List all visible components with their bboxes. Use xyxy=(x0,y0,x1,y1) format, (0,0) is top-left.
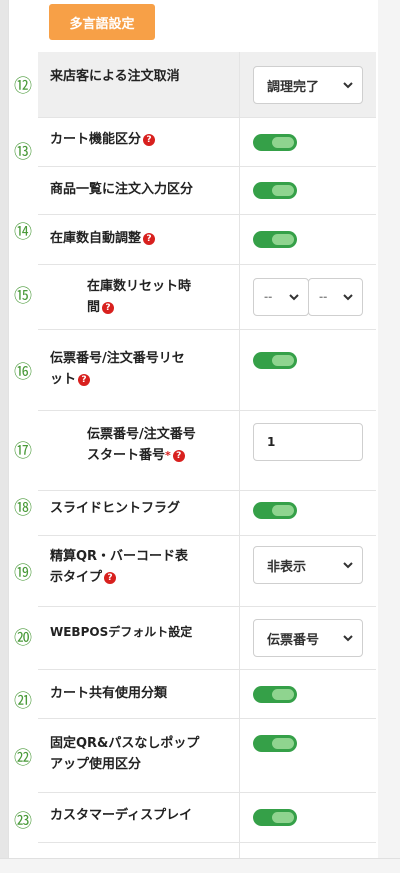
cart-function-label: カート機能区分? xyxy=(50,129,230,150)
row-number-22: ㉒ xyxy=(14,748,32,769)
slide-hint-flag-label: スライドヒントフラグ xyxy=(50,501,181,516)
stock-auto-adjust-toggle[interactable] xyxy=(253,231,297,248)
settings-row-slip-number-reset: 伝票番号/注文番号リセ ット? xyxy=(38,330,376,411)
slip-number-reset-toggle[interactable] xyxy=(253,352,297,369)
fixed-qr-popup-label: 固定QR&パスなしポップ アップ使用区分 xyxy=(50,736,200,772)
row-number-15: ⑮ xyxy=(14,286,32,307)
help-icon[interactable]: ? xyxy=(104,572,117,584)
checkout-qr-type-value: 非表示 xyxy=(267,559,307,575)
right-edge xyxy=(378,0,400,872)
order-cancel-select-value: 調理完了 xyxy=(267,79,320,95)
stock-auto-adjust-label: 在庫数自動調整? xyxy=(50,228,230,249)
settings-row-customer-display: カスタマーディスプレイ xyxy=(38,793,376,843)
row-number-17: ⑰ xyxy=(14,441,32,462)
chevron-down-icon xyxy=(343,82,353,89)
settings-row-order-cancel: 来店客による注文取消 調理完了 xyxy=(38,52,376,118)
settings-row-cart-function: カート機能区分? xyxy=(38,118,376,167)
row-number-20: ⑳ xyxy=(14,628,32,649)
stock-reset-minute-select[interactable]: -- xyxy=(308,278,363,316)
settings-row-fixed-qr-popup: 固定QR&パスなしポップ アップ使用区分 xyxy=(38,719,376,793)
slip-start-number-label: 伝票番号/注文番号 スタート番号*? xyxy=(87,427,196,463)
customer-display-toggle[interactable] xyxy=(253,809,297,826)
help-icon[interactable]: ? xyxy=(172,450,185,462)
stock-reset-time-label: 在庫数リセット時間? xyxy=(87,279,192,315)
settings-row-next xyxy=(38,843,376,858)
cart-function-toggle[interactable] xyxy=(253,134,297,151)
product-list-order-input-label: 商品一覧に注文入力区分 xyxy=(50,182,194,197)
stock-reset-hour-value: -- xyxy=(264,291,273,303)
row-number-16: ⑯ xyxy=(14,362,32,383)
cart-share-toggle[interactable] xyxy=(253,686,297,703)
required-mark: * xyxy=(165,449,171,462)
multilanguage-settings-button[interactable]: 多言語設定 xyxy=(49,4,155,40)
stock-reset-minute-value: -- xyxy=(319,291,328,303)
chevron-down-icon xyxy=(289,294,299,301)
slip-start-number-value: 1 xyxy=(267,435,276,449)
row-number-19: ⑲ xyxy=(14,563,32,584)
help-icon[interactable]: ? xyxy=(102,302,115,314)
webpos-default-value: 伝票番号 xyxy=(267,632,320,648)
webpos-default-label: WEBPOSデフォルト設定 xyxy=(50,625,193,639)
bottom-strip xyxy=(0,858,400,873)
row-number-21: ㉑ xyxy=(14,691,32,712)
settings-row-product-list-order-input: 商品一覧に注文入力区分 xyxy=(38,167,376,215)
settings-row-stock-reset-time: 在庫数リセット時間? -- -- xyxy=(38,265,376,330)
left-gutter xyxy=(0,0,8,872)
settings-row-slide-hint-flag: スライドヒントフラグ xyxy=(38,491,376,536)
row-number-18: ⑱ xyxy=(14,498,32,519)
settings-row-slip-start-number: 伝票番号/注文番号 スタート番号*? 1 xyxy=(38,411,376,491)
help-icon[interactable]: ? xyxy=(143,233,156,245)
webpos-default-select[interactable]: 伝票番号 xyxy=(253,619,363,657)
checkout-qr-type-select[interactable]: 非表示 xyxy=(253,546,363,584)
chevron-down-icon xyxy=(343,635,353,642)
slide-hint-flag-toggle[interactable] xyxy=(253,502,297,519)
row-number-14: ⑭ xyxy=(14,222,32,243)
cart-share-label: カート共有使用分類 xyxy=(50,686,168,701)
chevron-down-icon xyxy=(343,562,353,569)
order-cancel-label: 来店客による注文取消 xyxy=(50,69,180,84)
row-number-12: ⑫ xyxy=(14,76,32,97)
customer-display-label: カスタマーディスプレイ xyxy=(50,808,193,823)
product-list-order-input-toggle[interactable] xyxy=(253,182,297,199)
row-number-13: ⑬ xyxy=(14,142,32,163)
slip-start-number-input[interactable]: 1 xyxy=(253,423,363,461)
settings-row-stock-auto-adjust: 在庫数自動調整? xyxy=(38,215,376,265)
order-cancel-select[interactable]: 調理完了 xyxy=(253,66,363,104)
row-number-23: ㉓ xyxy=(14,811,32,832)
settings-row-cart-share: カート共有使用分類 xyxy=(38,670,376,719)
chevron-down-icon xyxy=(343,294,353,301)
slip-number-reset-label: 伝票番号/注文番号リセ ット? xyxy=(50,351,185,387)
settings-row-webpos-default: WEBPOSデフォルト設定 伝票番号 xyxy=(38,607,376,670)
help-icon[interactable]: ? xyxy=(143,134,156,146)
stock-reset-hour-select[interactable]: -- xyxy=(253,278,309,316)
fixed-qr-popup-toggle[interactable] xyxy=(253,735,297,752)
settings-row-checkout-qr-type: 精算QR・バーコード表 示タイプ? 非表示 xyxy=(38,536,376,607)
checkout-qr-type-label: 精算QR・バーコード表 示タイプ? xyxy=(50,549,189,585)
help-icon[interactable]: ? xyxy=(78,374,91,386)
